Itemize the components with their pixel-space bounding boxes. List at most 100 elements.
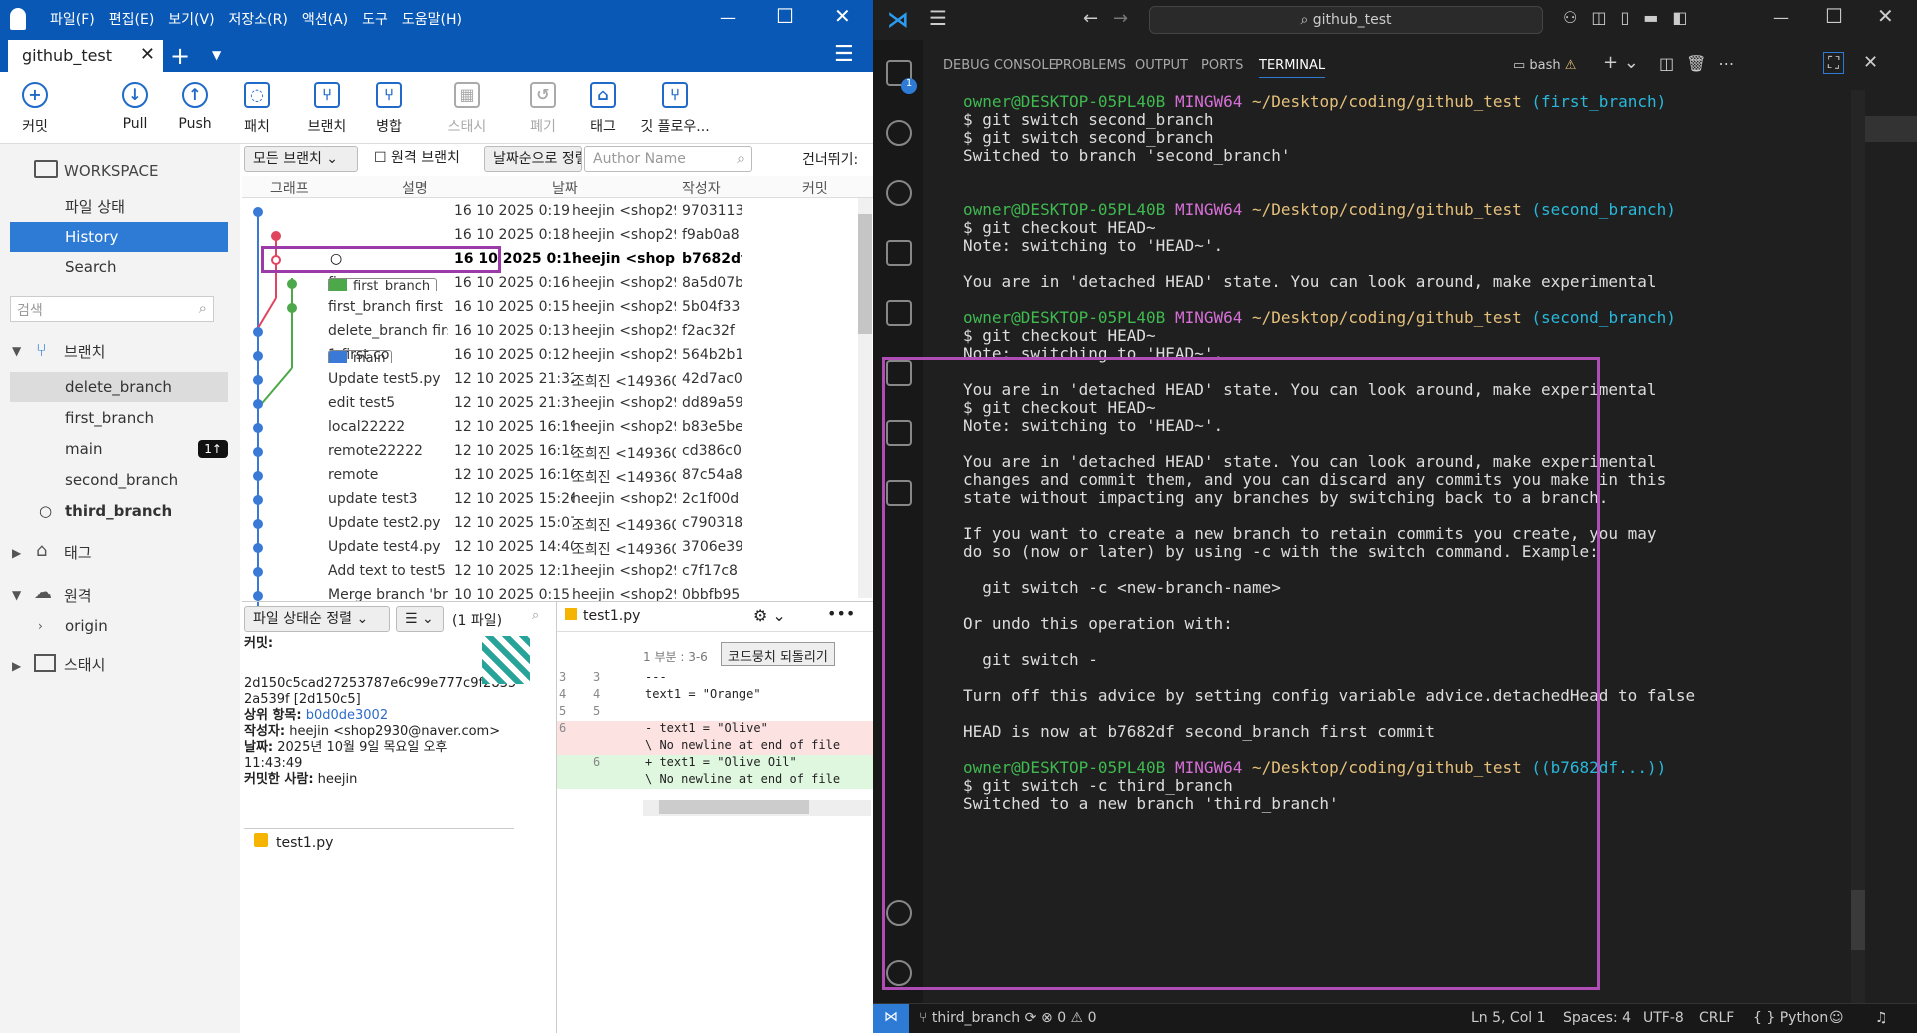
sidebar-item-history[interactable]: History	[10, 222, 228, 252]
branches-header[interactable]: 브랜치	[30, 337, 248, 367]
tab-ports[interactable]: PORTS	[1201, 58, 1243, 73]
branch-first-branch[interactable]: first_branch	[10, 403, 228, 433]
branch-button[interactable]: ⑂ 브랜치	[292, 80, 362, 136]
file-sort-dropdown[interactable]: 파일 상태순 정렬 ⌄	[244, 606, 390, 632]
diff-h-scrollbar[interactable]	[643, 800, 871, 816]
sidebar-item-file-status[interactable]: 파일 상태	[10, 192, 228, 222]
panel-actions[interactable]: ◫🗑⋯	[1659, 54, 1746, 73]
close-tab-icon[interactable]: ✕	[140, 44, 155, 65]
table-row[interactable]: main 1 first co 16 10 2025 0:12 heejin <sho…	[242, 344, 854, 368]
branch-tag[interactable]: main	[328, 350, 393, 363]
new-tab-button[interactable]: +	[170, 42, 190, 70]
remotes-header[interactable]: 원격	[30, 581, 248, 611]
stash-button[interactable]: ▦ 스태시	[432, 80, 502, 136]
forward-icon[interactable]: →	[1113, 8, 1128, 29]
branch-delete-branch[interactable]: delete_branch	[10, 372, 228, 402]
menu-item[interactable]: 편집(E)	[109, 9, 155, 29]
stashes-header[interactable]: 스태시	[30, 650, 248, 680]
menu-item[interactable]: 도움말(H)	[402, 9, 462, 29]
merge-button[interactable]: ⑂ 병합	[354, 80, 424, 136]
layout-icons[interactable]: ⚇◫▯▬◧	[1563, 8, 1702, 27]
table-row[interactable]: first_branch first con 16 10 2025 0:15hee…	[242, 296, 854, 320]
tab-list-dropdown-icon[interactable]: ▼	[212, 48, 221, 62]
problems-status[interactable]: ⊗ 0 ⚠ 0	[1041, 1010, 1096, 1026]
source-control-icon[interactable]	[886, 180, 912, 206]
table-row[interactable]: local22222 12 10 2025 16:19heejin <shop29…	[242, 416, 854, 440]
chevron-right-icon[interactable]: ▶	[12, 659, 21, 673]
line-ending[interactable]: CRLF	[1699, 1010, 1734, 1026]
search-icon[interactable]: ⌕	[532, 608, 539, 623]
table-row[interactable]: Add text to test5 12 10 2025 12:13 heejin …	[242, 560, 854, 584]
table-row[interactable]: Update test5.py 12 10 2025 21:32 조희진 <1493…	[242, 368, 854, 392]
remote-indicator[interactable]: ⋈	[873, 1004, 909, 1033]
table-row[interactable]: delete_branch16 10 2025 0:19heejin <shop…	[242, 200, 854, 224]
revert-hunk-button[interactable]: 코드뭉치 되돌리기	[721, 642, 835, 666]
minimize-button[interactable]: —	[1773, 8, 1789, 27]
table-row[interactable]: Update test4.py 12 10 2025 14:40 조희진 <1493…	[242, 536, 854, 560]
git-flow-button[interactable]: ⑂ 깃 플로우...	[640, 80, 710, 136]
push-button[interactable]: ↑ Push	[160, 80, 230, 132]
hamburger-menu-icon[interactable]: ☰	[834, 42, 854, 67]
back-icon[interactable]: ←	[1083, 8, 1098, 29]
col-commit[interactable]: 커밋	[802, 178, 828, 198]
close-button[interactable]: ✕	[834, 4, 851, 28]
terminal-scrollbar[interactable]	[1851, 90, 1865, 1003]
col-author[interactable]: 작성자	[682, 178, 721, 198]
scrollbar-thumb[interactable]	[659, 800, 809, 814]
copilot-icon[interactable]: ☺	[1829, 1010, 1844, 1026]
new-terminal-button[interactable]: + ⌄	[1603, 52, 1639, 73]
extensions-icon[interactable]	[886, 300, 912, 326]
run-debug-icon[interactable]	[886, 240, 912, 266]
sidebar-item-search[interactable]: Search	[10, 252, 228, 282]
tab-debug-console[interactable]: DEBUG CONSOLE	[943, 58, 1057, 73]
history-scrollbar[interactable]	[858, 198, 872, 598]
maximize-button[interactable]: ☐	[776, 4, 794, 28]
menu-item[interactable]: 보기(V)	[168, 9, 214, 29]
view-mode-dropdown[interactable]: ☰ ⌄	[396, 606, 444, 632]
more-icon[interactable]: •••	[827, 604, 855, 623]
chevron-down-icon[interactable]: ▼	[12, 344, 21, 358]
chevron-down-icon[interactable]: ▼	[12, 588, 21, 602]
tag-button[interactable]: ⌂ 태그	[568, 80, 638, 136]
notifications-icon[interactable]: ♫	[1875, 1010, 1888, 1026]
remote-origin[interactable]: origin	[10, 611, 228, 641]
search-icon[interactable]	[886, 120, 912, 146]
encoding[interactable]: UTF-8	[1643, 1010, 1684, 1026]
table-row[interactable]: remote 12 10 2025 16:16조희진 <1493602ε 87c54…	[242, 464, 854, 488]
scrollbar-thumb[interactable]	[858, 214, 872, 334]
close-button[interactable]: ✕	[1877, 4, 1894, 28]
table-row[interactable]: delete_branch first c 16 10 2025 0:13heej…	[242, 320, 854, 344]
sidebar-search-input[interactable]: 검색 ⌕	[10, 296, 214, 322]
tab-terminal[interactable]: TERMINAL	[1259, 58, 1326, 78]
language-mode[interactable]: { } Python	[1753, 1010, 1828, 1026]
maximize-panel-icon[interactable]: ⛶	[1823, 52, 1845, 74]
menu-icon[interactable]: ☰	[929, 6, 947, 30]
table-row[interactable]: second_branch16 10 2025 0:18heejin <shop…	[242, 224, 854, 248]
minimize-button[interactable]: —	[720, 8, 736, 27]
col-graph[interactable]: 그래프	[270, 178, 309, 198]
table-row[interactable]: remote22222 12 10 2025 16:18조희진 <1493602ε…	[242, 440, 854, 464]
maximize-button[interactable]: ☐	[1825, 4, 1843, 28]
branch-second-branch[interactable]: second_branch	[10, 465, 228, 495]
author-filter-input[interactable]: Author Name ⌕	[584, 146, 752, 172]
remote-branch-checkbox[interactable]: ☐ 원격 브랜치	[366, 146, 476, 172]
table-row[interactable]: Update test2.py 12 10 2025 15:07 조희진 <1493…	[242, 512, 854, 536]
menu-item[interactable]: 저장소(R)	[229, 9, 288, 29]
tab-github-test[interactable]: github_test ✕	[8, 40, 163, 72]
tab-output[interactable]: OUTPUT	[1135, 58, 1188, 73]
branch-tag[interactable]: first_branch	[328, 278, 438, 291]
col-date[interactable]: 날짜	[552, 178, 578, 198]
branch-filter-dropdown[interactable]: 모든 브랜치 ⌄	[244, 146, 358, 172]
table-row[interactable]: first_branch fir 16 10 2025 0:16 heejin <sh…	[242, 272, 854, 296]
file-list-item[interactable]: test1.py	[244, 828, 514, 854]
parent-link[interactable]: b0d0de3002	[306, 708, 388, 723]
chevron-right-icon[interactable]: ▶	[12, 546, 21, 560]
table-row[interactable]: edit test5 12 10 2025 21:31heejin <shop29…	[242, 392, 854, 416]
scrollbar-thumb[interactable]	[1851, 890, 1865, 950]
branch-third-branch[interactable]: ○ third_branch	[10, 496, 228, 526]
menu-item[interactable]: 액션(A)	[302, 9, 348, 29]
menu-item[interactable]: 도구	[362, 9, 388, 29]
cursor-position[interactable]: Ln 5, Col 1	[1471, 1010, 1546, 1026]
sort-dropdown[interactable]: 날짜순으로 정렬	[484, 146, 582, 172]
patch-button[interactable]: ◌ 패치	[222, 80, 292, 136]
